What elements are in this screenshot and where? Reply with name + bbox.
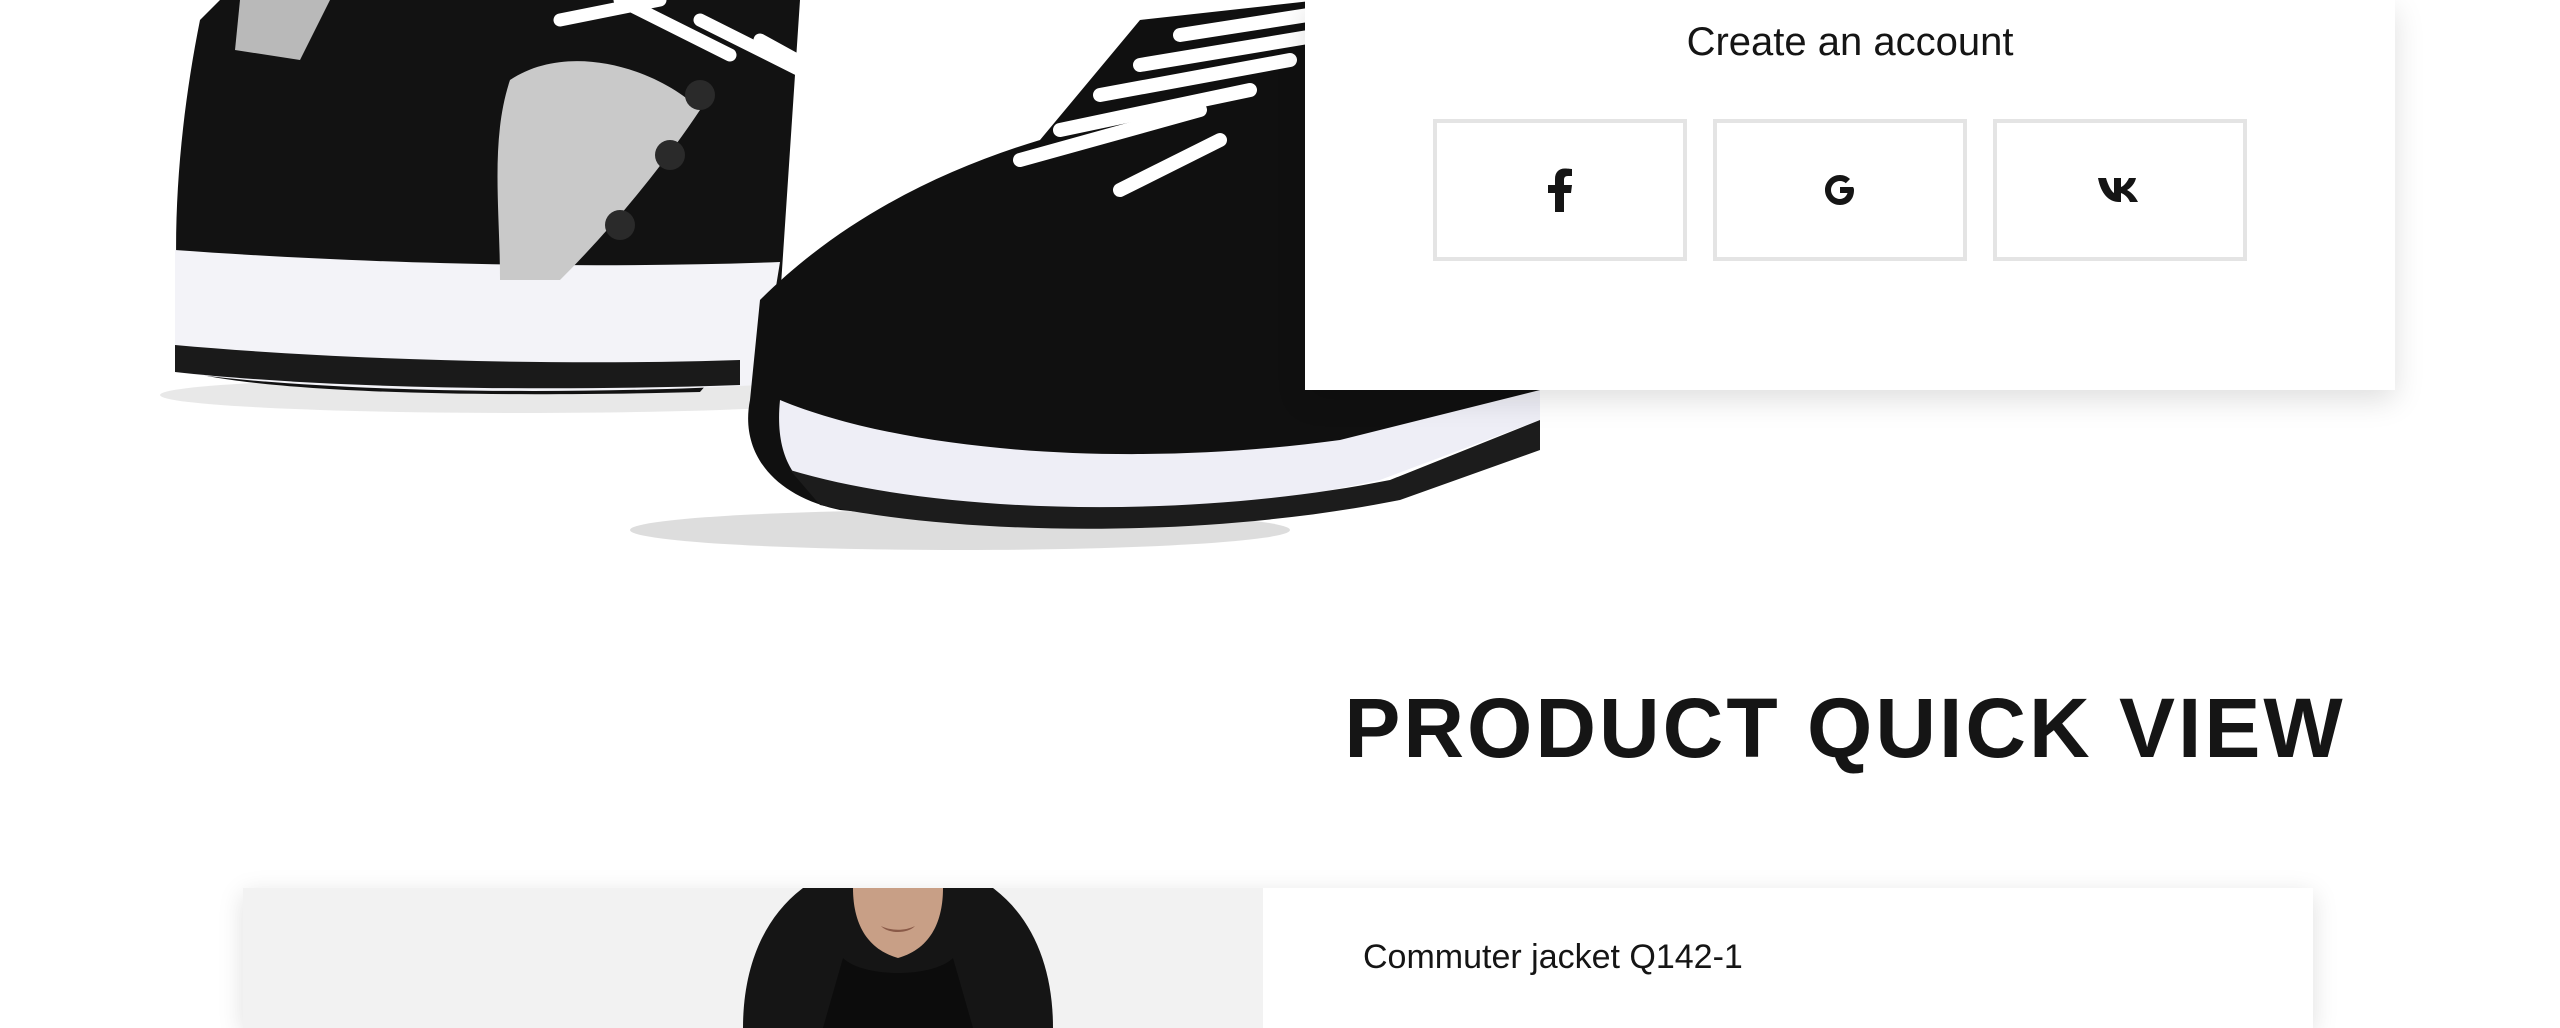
section-title: PRODUCT QUICK VIEW [1344, 681, 2346, 775]
signup-title: Create an account [1686, 20, 2014, 64]
product-name[interactable]: Commuter jacket Q142-1 [1363, 938, 1743, 977]
vk-icon [2097, 176, 2143, 204]
facebook-icon [1547, 168, 1573, 212]
vk-login-button[interactable] [1993, 119, 2247, 261]
facebook-login-button[interactable] [1433, 119, 1687, 261]
jacket-model-image [243, 888, 1263, 1028]
google-login-button[interactable] [1713, 119, 1967, 261]
google-icon [1822, 172, 1858, 208]
quick-view-card: Commuter jacket Q142-1 [243, 888, 2313, 1028]
social-login-row [1433, 119, 2247, 261]
signup-card: Create an account [1305, 0, 2395, 390]
